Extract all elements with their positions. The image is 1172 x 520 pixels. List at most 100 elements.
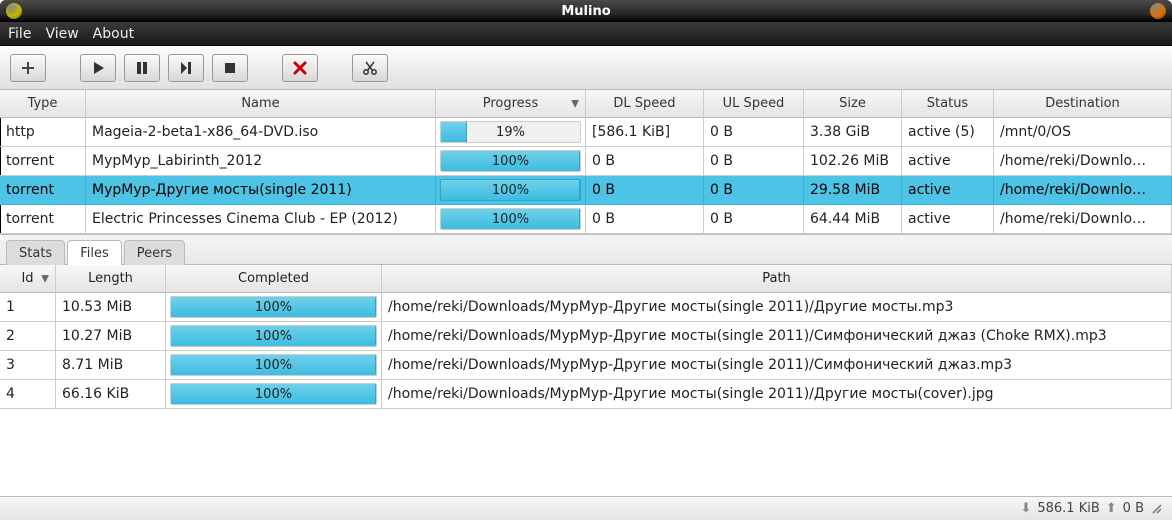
cell-file-length: 66.16 KiB (56, 380, 166, 409)
status-download-speed: 586.1 KiB (1037, 501, 1099, 516)
downloads-header: Type Name Progress▼ DL Speed UL Speed Si… (0, 90, 1172, 118)
details-tabs: Stats Files Peers (0, 235, 1172, 265)
progress-bar: 19% (440, 121, 581, 143)
tab-peers[interactable]: Peers (124, 240, 186, 265)
status-upload-speed: 0 B (1123, 501, 1144, 516)
cell-progress: 100% (436, 176, 586, 205)
menu-file[interactable]: File (8, 26, 31, 42)
cell-size: 29.58 MiB (804, 176, 902, 205)
cell-file-completed: 100% (166, 351, 382, 380)
col-type[interactable]: Type (0, 90, 86, 118)
cell-dl-speed: 0 B (586, 205, 704, 234)
col-file-id[interactable]: Id▼ (0, 265, 56, 293)
cell-dl-speed: 0 B (586, 147, 704, 176)
cell-type: torrent (0, 205, 86, 234)
cell-dl-speed: [586.1 KiB] (586, 118, 704, 147)
progress-bar: 100% (440, 208, 581, 230)
cell-size: 3.38 GiB (804, 118, 902, 147)
statusbar: ⬇ 586.1 KiB ⬆ 0 B (0, 496, 1172, 520)
progress-bar: 100% (440, 150, 581, 172)
col-dl-speed[interactable]: DL Speed (586, 90, 704, 118)
titlebar[interactable]: Mulino (0, 0, 1172, 22)
plus-icon (20, 60, 36, 76)
cell-ul-speed: 0 B (704, 205, 804, 234)
col-file-completed[interactable]: Completed (166, 265, 382, 293)
table-row[interactable]: 38.71 MiB100%/home/reki/Downloads/МурМур… (0, 351, 1172, 380)
table-row[interactable]: torrentElectric Princesses Cinema Club -… (0, 205, 1172, 234)
window-title: Mulino (561, 4, 610, 19)
menu-about[interactable]: About (93, 26, 134, 42)
progress-bar: 100% (170, 354, 377, 376)
cell-type: http (0, 118, 86, 147)
cell-file-completed: 100% (166, 322, 382, 351)
cell-file-id: 3 (0, 351, 56, 380)
table-row[interactable]: 110.53 MiB100%/home/reki/Downloads/МурМу… (0, 293, 1172, 322)
cell-type: torrent (0, 176, 86, 205)
cell-name: Electric Princesses Cinema Club - EP (20… (86, 205, 436, 234)
cell-size: 102.26 MiB (804, 147, 902, 176)
cell-file-path: /home/reki/Downloads/МурМур-Другие мосты… (382, 322, 1172, 351)
next-button[interactable] (168, 54, 204, 82)
stop-button[interactable] (212, 54, 248, 82)
progress-bar: 100% (170, 325, 377, 347)
cell-status: active (902, 205, 994, 234)
cut-button[interactable] (352, 54, 388, 82)
cell-destination: /home/reki/Downlo… (994, 176, 1172, 205)
cell-status: active (902, 147, 994, 176)
cell-name: Mageia-2-beta1-x86_64-DVD.iso (86, 118, 436, 147)
resize-grip[interactable] (1150, 503, 1164, 515)
toolbar (0, 46, 1172, 90)
menubar: File View About (0, 22, 1172, 46)
col-file-length[interactable]: Length (56, 265, 166, 293)
cell-progress: 100% (436, 205, 586, 234)
table-row[interactable]: 210.27 MiB100%/home/reki/Downloads/МурМу… (0, 322, 1172, 351)
col-destination[interactable]: Destination (994, 90, 1172, 118)
cell-type: torrent (0, 147, 86, 176)
progress-bar: 100% (440, 179, 581, 201)
cell-destination: /home/reki/Downlo… (994, 205, 1172, 234)
pause-button[interactable] (124, 54, 160, 82)
table-row[interactable]: torrentMypMyp_Labirinth_2012100%0 B0 B10… (0, 147, 1172, 176)
progress-bar: 100% (170, 383, 377, 405)
cell-file-completed: 100% (166, 293, 382, 322)
tab-stats[interactable]: Stats (6, 240, 65, 265)
col-status[interactable]: Status (902, 90, 994, 118)
menu-view[interactable]: View (45, 26, 78, 42)
upload-arrow-icon: ⬆ (1106, 501, 1117, 516)
col-name[interactable]: Name (86, 90, 436, 118)
cell-progress: 19% (436, 118, 586, 147)
cell-file-id: 1 (0, 293, 56, 322)
col-file-path[interactable]: Path (382, 265, 1172, 293)
add-button[interactable] (10, 54, 46, 82)
cell-file-id: 2 (0, 322, 56, 351)
minimize-button[interactable] (6, 3, 22, 19)
cell-progress: 100% (436, 147, 586, 176)
table-row[interactable]: 466.16 KiB100%/home/reki/Downloads/МурМу… (0, 380, 1172, 409)
cell-file-path: /home/reki/Downloads/МурМур-Другие мосты… (382, 351, 1172, 380)
cell-destination: /home/reki/Downlo… (994, 147, 1172, 176)
cell-file-id: 4 (0, 380, 56, 409)
cell-ul-speed: 0 B (704, 147, 804, 176)
next-icon (178, 60, 194, 76)
downloads-table: Type Name Progress▼ DL Speed UL Speed Si… (0, 90, 1172, 235)
cell-file-length: 10.27 MiB (56, 322, 166, 351)
scissors-icon (362, 60, 378, 76)
col-size[interactable]: Size (804, 90, 902, 118)
table-row[interactable]: torrentМурМур-Другие мосты(single 2011)1… (0, 176, 1172, 205)
table-row[interactable]: httpMageia-2-beta1-x86_64-DVD.iso19%[586… (0, 118, 1172, 147)
start-button[interactable] (80, 54, 116, 82)
cell-file-completed: 100% (166, 380, 382, 409)
col-ul-speed[interactable]: UL Speed (704, 90, 804, 118)
cell-file-path: /home/reki/Downloads/МурМур-Другие мосты… (382, 293, 1172, 322)
cell-file-length: 10.53 MiB (56, 293, 166, 322)
cell-ul-speed: 0 B (704, 176, 804, 205)
cell-dl-speed: 0 B (586, 176, 704, 205)
cell-destination: /mnt/0/OS (994, 118, 1172, 147)
remove-button[interactable] (282, 54, 318, 82)
sort-desc-icon: ▼ (41, 273, 49, 284)
col-progress[interactable]: Progress▼ (436, 90, 586, 118)
close-button[interactable] (1150, 3, 1166, 19)
tab-files[interactable]: Files (67, 240, 122, 265)
progress-bar: 100% (170, 296, 377, 318)
stop-icon (222, 60, 238, 76)
